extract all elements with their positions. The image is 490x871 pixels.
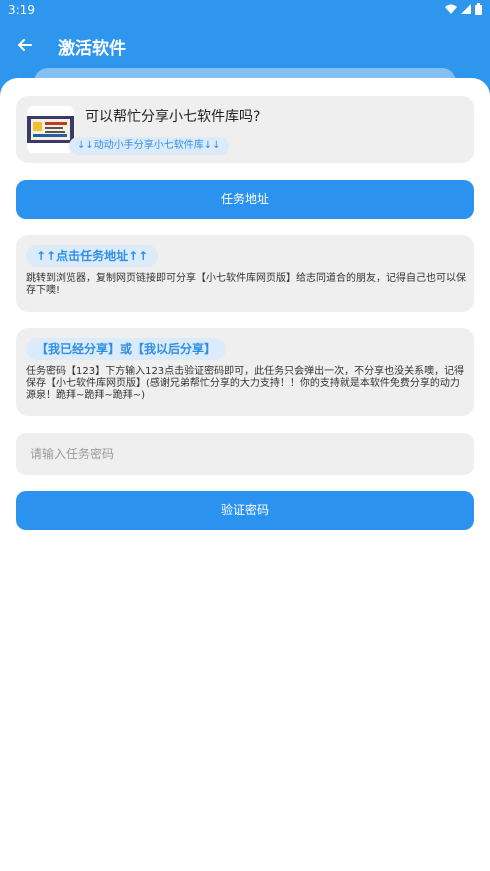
notice-text: 任务密码【123】下方输入123点击验证密码即可，此任务只会弹出一次，不分享也没… <box>26 366 465 401</box>
status-time: 3:19 <box>8 3 35 17</box>
page-title: 激活软件 <box>58 39 126 59</box>
task-address-button[interactable]: 任务地址 <box>16 180 474 219</box>
tip-text: 跳转到浏览器，复制网页链接即可分享【小七软件库网页版】给志同道合的朋友，记得自己… <box>26 273 466 296</box>
share-thumbnail <box>27 106 74 153</box>
tip-chip: ↑↑点击任务地址↑↑ <box>26 245 159 267</box>
task-password-input[interactable] <box>16 433 474 475</box>
signal-icon <box>461 4 471 14</box>
back-button[interactable] <box>12 32 38 58</box>
battery-icon <box>475 3 482 15</box>
app-bar: 激活软件 <box>0 22 490 68</box>
notice-chip: 【我已经分享】或【我以后分享】 <box>26 338 227 360</box>
verify-password-button[interactable]: 验证密码 <box>16 491 474 530</box>
share-chip: ↓↓动动小手分享小七软件库↓↓ <box>69 137 229 155</box>
tip-card: ↑↑点击任务地址↑↑ 跳转到浏览器，复制网页链接即可分享【小七软件库网页版】给志… <box>16 235 474 312</box>
status-icons <box>445 3 482 15</box>
back-arrow-icon <box>18 39 32 51</box>
notice-card: 【我已经分享】或【我以后分享】 任务密码【123】下方输入123点击验证密码即可… <box>16 328 474 416</box>
status-bar: 3:19 <box>0 0 490 22</box>
share-title: 可以帮忙分享小七软件库吗? <box>85 109 261 125</box>
wifi-icon <box>445 4 457 14</box>
